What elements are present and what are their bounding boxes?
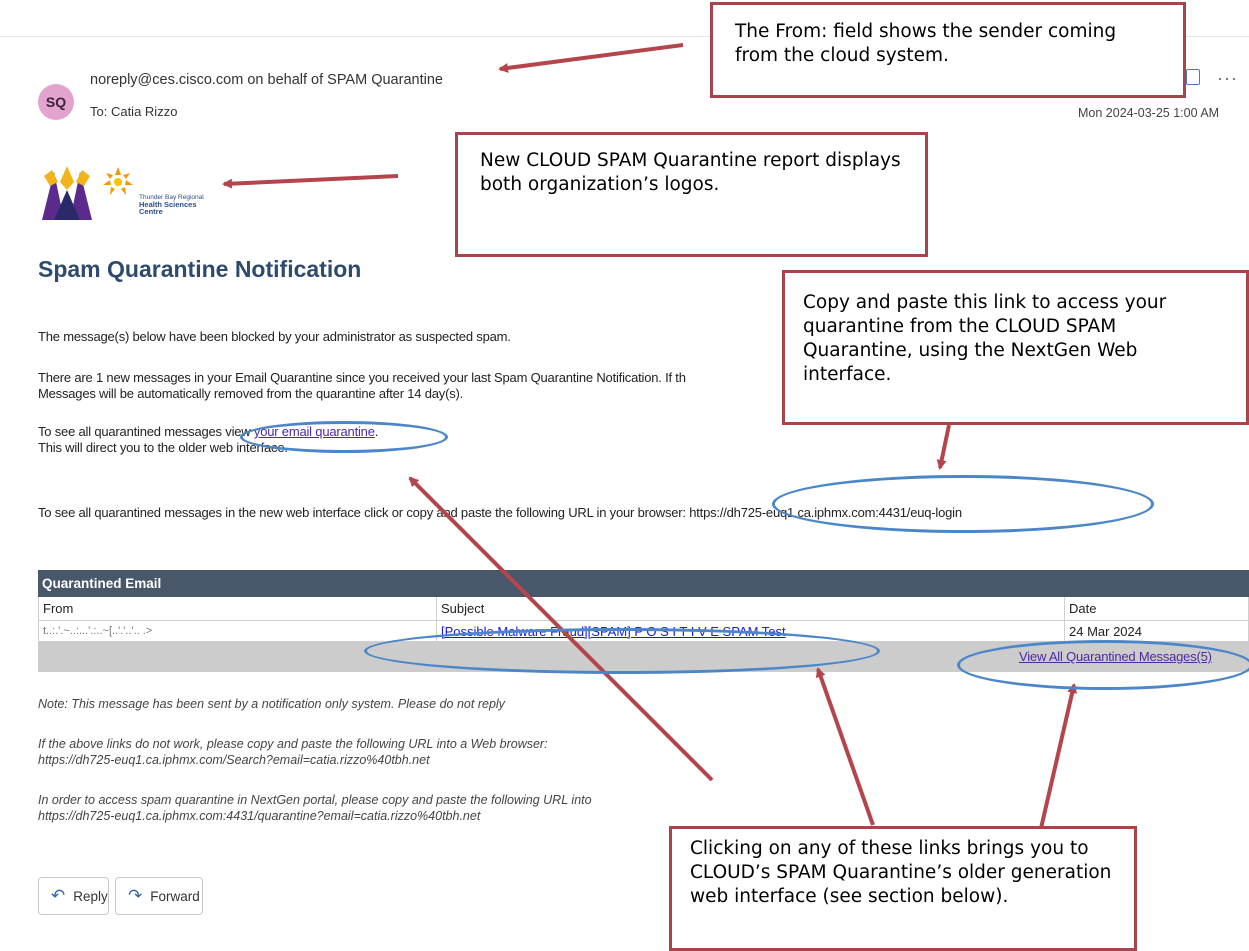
callout-nextgen: Copy and paste this link to access your … <box>782 270 1249 425</box>
highlight-nextgen-url <box>772 475 1154 533</box>
callout-older-interface: Clicking on any of these links brings yo… <box>669 826 1137 951</box>
arrow-to-subject-link <box>815 667 875 826</box>
callout-sender: The From: field shows the sender coming … <box>710 2 1186 98</box>
highlight-subject-link <box>364 628 880 674</box>
highlight-quarantine-link <box>240 421 448 453</box>
highlight-view-all <box>957 640 1249 690</box>
arrow-to-nextgen-url <box>936 424 951 470</box>
arrow-to-logos <box>222 174 399 189</box>
arrow-to-sender <box>498 43 684 73</box>
callout-logos: New CLOUD SPAM Quarantine report display… <box>455 132 928 257</box>
